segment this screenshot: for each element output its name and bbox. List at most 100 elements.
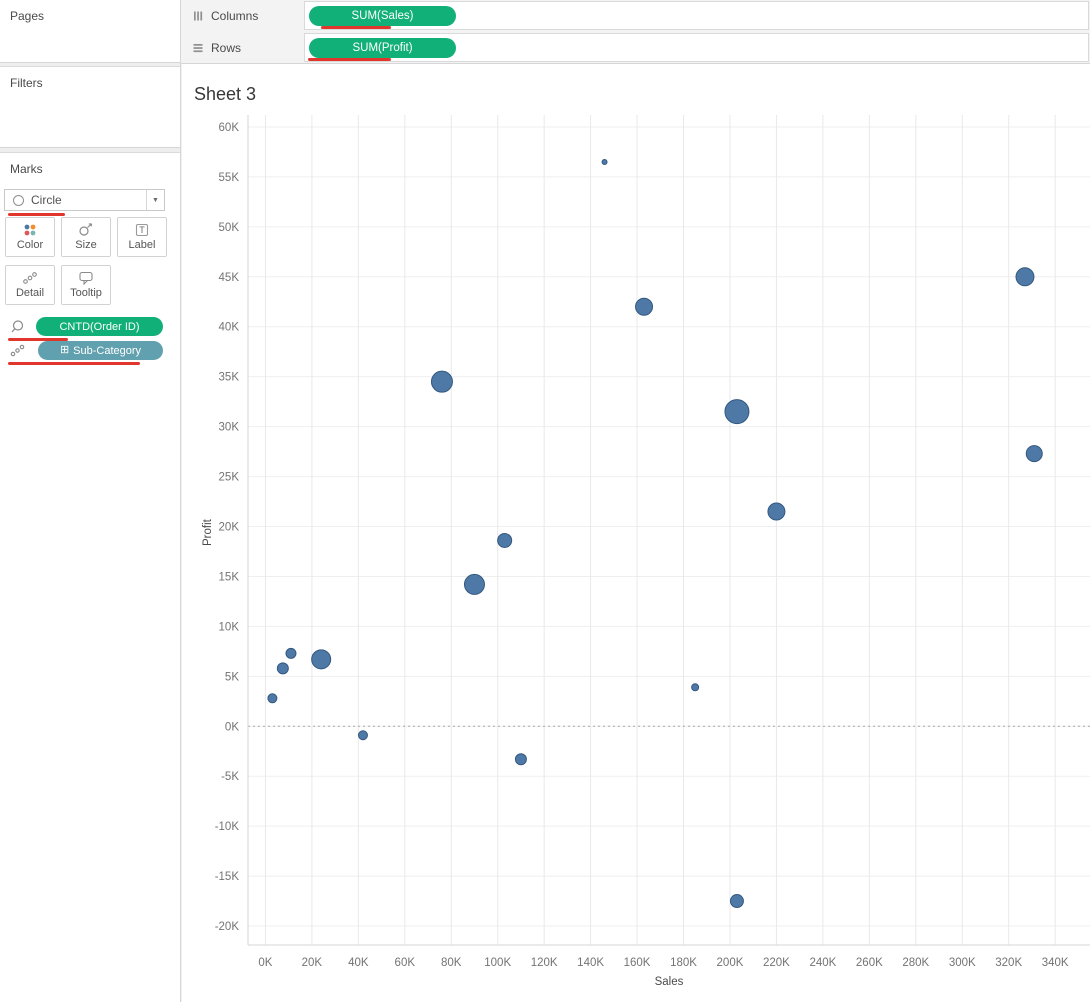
tooltip-button[interactable]: Tooltip bbox=[61, 265, 111, 305]
color-button-label: Color bbox=[16, 239, 44, 251]
scatter-point[interactable] bbox=[357, 730, 368, 741]
columns-pill-sum-sales[interactable]: SUM(Sales) bbox=[309, 5, 456, 26]
x-tick-label: 120K bbox=[531, 957, 558, 969]
shelf-area: Columns SUM(Sales) Rows SUM(Profit) bbox=[181, 0, 1090, 64]
y-tick-label: 60K bbox=[219, 122, 240, 134]
size-shelf-icon bbox=[11, 320, 24, 333]
detail-pill-sub-category[interactable]: ⊞ Sub-Category bbox=[38, 341, 163, 360]
scatter-point[interactable] bbox=[497, 532, 513, 548]
x-tick-label: 200K bbox=[717, 957, 744, 969]
rows-label: Rows bbox=[211, 40, 242, 55]
x-tick-label: 0K bbox=[258, 957, 272, 969]
y-tick-label: 55K bbox=[219, 172, 240, 184]
y-tick-label: -15K bbox=[215, 871, 240, 883]
x-tick-label: 100K bbox=[484, 957, 511, 969]
size-pill-cntd-order-id[interactable]: CNTD(Order ID) bbox=[36, 317, 163, 336]
scatter-point[interactable] bbox=[267, 693, 278, 704]
mark-type-dropdown[interactable]: Circle ▼ bbox=[4, 189, 165, 211]
size-button-label: Size bbox=[75, 239, 97, 251]
annotation-underline-size-pill bbox=[8, 338, 68, 341]
x-tick-label: 260K bbox=[856, 957, 883, 969]
rows-shelf-header: Rows bbox=[181, 33, 304, 62]
annotation-underline-rows-pill bbox=[308, 58, 391, 61]
annotation-underline-detail-pill bbox=[8, 362, 140, 365]
marks-card: Marks Circle ▼ Color Size T Label Detail… bbox=[0, 152, 180, 1002]
x-tick-label: 220K bbox=[763, 957, 790, 969]
scatter-point[interactable] bbox=[601, 158, 608, 165]
x-axis-title: Sales bbox=[654, 976, 684, 988]
rows-pill-label: SUM(Profit) bbox=[352, 41, 413, 54]
y-tick-label: 5K bbox=[225, 671, 239, 683]
size-button[interactable]: Size bbox=[61, 217, 111, 257]
y-tick-label: 50K bbox=[219, 222, 240, 234]
svg-text:T: T bbox=[139, 225, 145, 235]
circle-mark-icon bbox=[13, 194, 24, 206]
y-tick-label: -10K bbox=[215, 821, 240, 833]
scatter-point[interactable] bbox=[767, 502, 786, 521]
marks-label: Marks bbox=[10, 162, 43, 176]
y-tick-label: 35K bbox=[219, 372, 240, 384]
scatter-point[interactable] bbox=[1025, 445, 1043, 463]
x-tick-label: 80K bbox=[441, 957, 462, 969]
tooltip-icon bbox=[79, 271, 93, 285]
x-tick-label: 300K bbox=[949, 957, 976, 969]
mark-type-value: Circle bbox=[31, 193, 62, 207]
y-tick-label: 20K bbox=[219, 522, 240, 534]
size-icon bbox=[79, 223, 93, 236]
columns-icon bbox=[194, 11, 203, 20]
y-tick-label: 15K bbox=[219, 571, 240, 583]
detail-shelf-icon bbox=[10, 344, 25, 357]
expand-icon[interactable]: ⊞ bbox=[60, 345, 69, 356]
x-tick-label: 340K bbox=[1042, 957, 1069, 969]
x-tick-label: 40K bbox=[348, 957, 369, 969]
label-button[interactable]: T Label bbox=[117, 217, 167, 257]
y-tick-label: -20K bbox=[215, 921, 240, 933]
size-pill-label: CNTD(Order ID) bbox=[59, 320, 140, 333]
detail-button-label: Detail bbox=[15, 287, 45, 299]
color-icon bbox=[24, 224, 36, 236]
detail-button[interactable]: Detail bbox=[5, 265, 55, 305]
y-tick-label: 10K bbox=[219, 621, 240, 633]
color-button[interactable]: Color bbox=[5, 217, 55, 257]
y-tick-label: 45K bbox=[219, 272, 240, 284]
tooltip-button-label: Tooltip bbox=[70, 287, 102, 299]
y-tick-label: 30K bbox=[219, 422, 240, 434]
y-tick-label: -5K bbox=[221, 771, 239, 783]
x-tick-label: 320K bbox=[995, 957, 1022, 969]
scatter-point[interactable] bbox=[724, 399, 750, 425]
x-tick-label: 240K bbox=[809, 957, 836, 969]
scatter-point[interactable] bbox=[514, 753, 527, 766]
pages-shelf[interactable]: Pages bbox=[0, 0, 180, 63]
scatter-point[interactable] bbox=[635, 297, 654, 316]
filters-shelf[interactable]: Filters bbox=[0, 66, 180, 148]
rows-drop-zone[interactable]: SUM(Profit) bbox=[304, 33, 1089, 62]
scatter-point[interactable] bbox=[276, 662, 289, 675]
scatter-point[interactable] bbox=[463, 573, 485, 595]
worksheet-view: Sheet 3 60K 55K 50K 45K 40K 35K 30K 25K 20K 15K 10… bbox=[182, 64, 1090, 1002]
x-tick-label: 160K bbox=[624, 957, 651, 969]
columns-shelf-header: Columns bbox=[181, 1, 304, 30]
label-icon: T bbox=[135, 223, 149, 237]
y-axis-title: Profit bbox=[202, 519, 214, 546]
y-tick-label: 25K bbox=[219, 472, 240, 484]
columns-pill-label: SUM(Sales) bbox=[351, 9, 414, 22]
x-tick-label: 180K bbox=[670, 957, 697, 969]
rows-pill-sum-profit[interactable]: SUM(Profit) bbox=[309, 37, 456, 58]
y-tick-label: 40K bbox=[219, 322, 240, 334]
annotation-underline-columns-pill bbox=[321, 26, 391, 29]
columns-drop-zone[interactable]: SUM(Sales) bbox=[304, 1, 1089, 30]
scatter-point[interactable] bbox=[285, 647, 297, 659]
x-tick-label: 140K bbox=[577, 957, 604, 969]
scatter-point[interactable] bbox=[430, 370, 453, 393]
rows-icon bbox=[193, 43, 203, 52]
scatter-point[interactable] bbox=[1015, 267, 1035, 287]
scatter-point[interactable] bbox=[691, 683, 700, 692]
scatter-point[interactable] bbox=[729, 894, 744, 909]
scatter-point[interactable] bbox=[311, 649, 332, 670]
x-tick-label: 60K bbox=[395, 957, 416, 969]
scatter-plot[interactable]: 60K 55K 50K 45K 40K 35K 30K 25K 20K 15K 10K 5K 0K -5K… bbox=[182, 64, 1090, 1002]
filters-label: Filters bbox=[10, 76, 43, 90]
columns-label: Columns bbox=[211, 8, 259, 23]
y-tick-label: 0K bbox=[225, 721, 239, 733]
label-button-label: Label bbox=[128, 239, 156, 251]
